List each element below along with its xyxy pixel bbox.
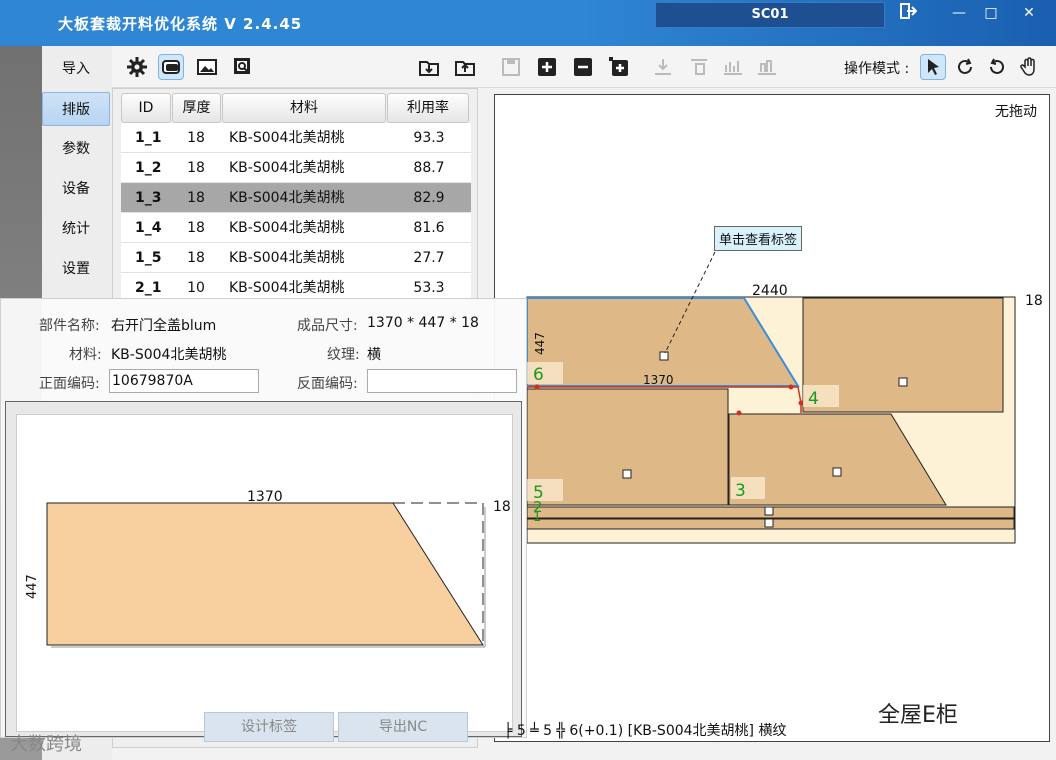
hand-icon[interactable] bbox=[1016, 54, 1042, 80]
table-row[interactable]: 1_5 18 KB-S004北美胡桃 27.7 bbox=[121, 243, 471, 273]
layout-canvas[interactable]: 无拖动 单击查看标签 2440 18 1370 447 6 4 5 3 2 1 bbox=[494, 94, 1050, 742]
nav-params[interactable]: 参数 bbox=[42, 132, 110, 166]
preview-height-dim: 447 bbox=[25, 574, 40, 599]
toolbar: 操作模式 : bbox=[112, 46, 1056, 88]
part-info-panel: 部件名称: 右开门全盖blum 成品尺寸: 1370 * 447 * 18 材料… bbox=[0, 298, 527, 738]
table-row[interactable]: 1_4 18 KB-S004北美胡桃 81.6 bbox=[121, 213, 471, 243]
part-size-value: 1370 * 447 * 18 bbox=[367, 315, 479, 331]
part-name-label: 部件名称: bbox=[39, 318, 100, 334]
chart-icon[interactable] bbox=[720, 54, 746, 80]
part-name-value: 右开门全盖blum bbox=[111, 318, 217, 334]
part-number-4: 4 bbox=[808, 389, 819, 409]
part-number-3: 3 bbox=[735, 481, 746, 501]
front-code-field[interactable]: 10679870A bbox=[109, 369, 259, 393]
folder-upload-icon[interactable] bbox=[452, 54, 478, 80]
image-icon[interactable] bbox=[194, 54, 220, 80]
add-copy-icon[interactable] bbox=[606, 54, 632, 80]
nav-settings[interactable]: 设置 bbox=[42, 252, 110, 286]
layers-icon[interactable] bbox=[158, 54, 184, 80]
preview-width-dim: 1370 bbox=[247, 489, 283, 505]
part-material-label: 材料: bbox=[69, 347, 102, 363]
label-icon bbox=[832, 467, 842, 477]
col-thickness[interactable]: 厚度 bbox=[172, 93, 221, 123]
mode-label: 操作模式 : bbox=[844, 61, 910, 77]
part-shape bbox=[46, 502, 486, 648]
label-icon bbox=[764, 518, 774, 528]
sheet-table: ID 厚度 材料 利用率 1_1 18 KB-S004北美胡桃 93.3 1_2… bbox=[121, 93, 471, 303]
stats-icon[interactable] bbox=[754, 54, 780, 80]
part-size-label: 成品尺寸: bbox=[297, 318, 358, 334]
sheet-drawing bbox=[526, 251, 1016, 544]
label-icon bbox=[622, 469, 632, 479]
label-icon bbox=[898, 377, 908, 387]
table-row[interactable]: 1_1 18 KB-S004北美胡桃 93.3 bbox=[121, 123, 471, 153]
machine-selector[interactable]: SC01 bbox=[655, 2, 885, 28]
status-bar: ╞ 5 ╧ 5 ╬ 6(+0.1) [KB-S004北美胡桃] 横纹 bbox=[504, 723, 787, 739]
table-row-selected[interactable]: 1_3 18 KB-S004北美胡桃 82.9 bbox=[121, 183, 471, 213]
front-code-label: 正面编码: bbox=[39, 376, 100, 392]
label-icon bbox=[659, 351, 669, 361]
align-bottom-icon[interactable] bbox=[650, 54, 676, 80]
part-number-1: 1 bbox=[533, 510, 542, 525]
brand-watermark: 全屋E柜 bbox=[878, 703, 958, 728]
table-header: ID 厚度 材料 利用率 bbox=[121, 93, 471, 123]
preview-thickness-dim: 18 bbox=[493, 499, 511, 515]
part-width-dim: 1370 bbox=[643, 373, 674, 387]
part-preview-canvas: 1370 18 447 bbox=[16, 414, 513, 732]
col-material[interactable]: 材料 bbox=[222, 93, 386, 123]
maximize-icon[interactable]: □ bbox=[976, 2, 1006, 26]
export-nc-button[interactable]: 导出NC bbox=[338, 712, 468, 742]
folder-download-icon[interactable] bbox=[416, 54, 442, 80]
part-material-value: KB-S004北美胡桃 bbox=[111, 347, 227, 363]
sheet-width-dim: 2440 bbox=[752, 283, 788, 299]
label-icon bbox=[764, 506, 774, 516]
part-number-6: 6 bbox=[533, 365, 544, 385]
part-grain-label: 纹理: bbox=[327, 347, 360, 363]
nav-device[interactable]: 设备 bbox=[42, 172, 110, 206]
col-id[interactable]: ID bbox=[121, 93, 171, 123]
nav-layout[interactable]: 排版 bbox=[42, 92, 110, 126]
label-search-icon[interactable] bbox=[230, 54, 256, 80]
remove-icon[interactable] bbox=[570, 54, 596, 80]
add-icon[interactable] bbox=[534, 54, 560, 80]
print-label-button[interactable]: 设计标签 bbox=[204, 712, 334, 742]
sheet-thickness-dim: 18 bbox=[1025, 293, 1043, 309]
brand-watermark-2: 大数跨境 bbox=[10, 734, 82, 755]
save-icon[interactable] bbox=[498, 54, 524, 80]
gear-icon[interactable] bbox=[124, 54, 150, 80]
tag-tooltip[interactable]: 单击查看标签 bbox=[714, 226, 803, 251]
part-grain-value: 横 bbox=[367, 347, 381, 363]
nav-import[interactable]: 导入 bbox=[42, 52, 110, 86]
back-code-label: 反面编码: bbox=[297, 376, 358, 392]
title-bar: 大板套裁开料优化系统 V 2.4.45 SC01 — □ ✕ bbox=[0, 0, 1056, 46]
part-preview: 1370 18 447 bbox=[5, 401, 522, 737]
minimize-icon[interactable]: — bbox=[944, 2, 974, 26]
back-code-field[interactable] bbox=[367, 369, 517, 393]
part-height-dim: 447 bbox=[533, 332, 547, 355]
logout-icon[interactable] bbox=[893, 2, 923, 26]
app-title: 大板套裁开料优化系统 V 2.4.45 bbox=[58, 15, 303, 33]
align-top-icon[interactable] bbox=[686, 54, 712, 80]
table-row[interactable]: 1_2 18 KB-S004北美胡桃 88.7 bbox=[121, 153, 471, 183]
rotate-icon[interactable] bbox=[952, 54, 978, 80]
nav-stats[interactable]: 统计 bbox=[42, 212, 110, 246]
col-utilization[interactable]: 利用率 bbox=[387, 93, 469, 123]
rotate-ccw-icon[interactable] bbox=[984, 54, 1010, 80]
close-icon[interactable]: ✕ bbox=[1014, 2, 1044, 26]
pointer-icon[interactable] bbox=[920, 54, 946, 80]
